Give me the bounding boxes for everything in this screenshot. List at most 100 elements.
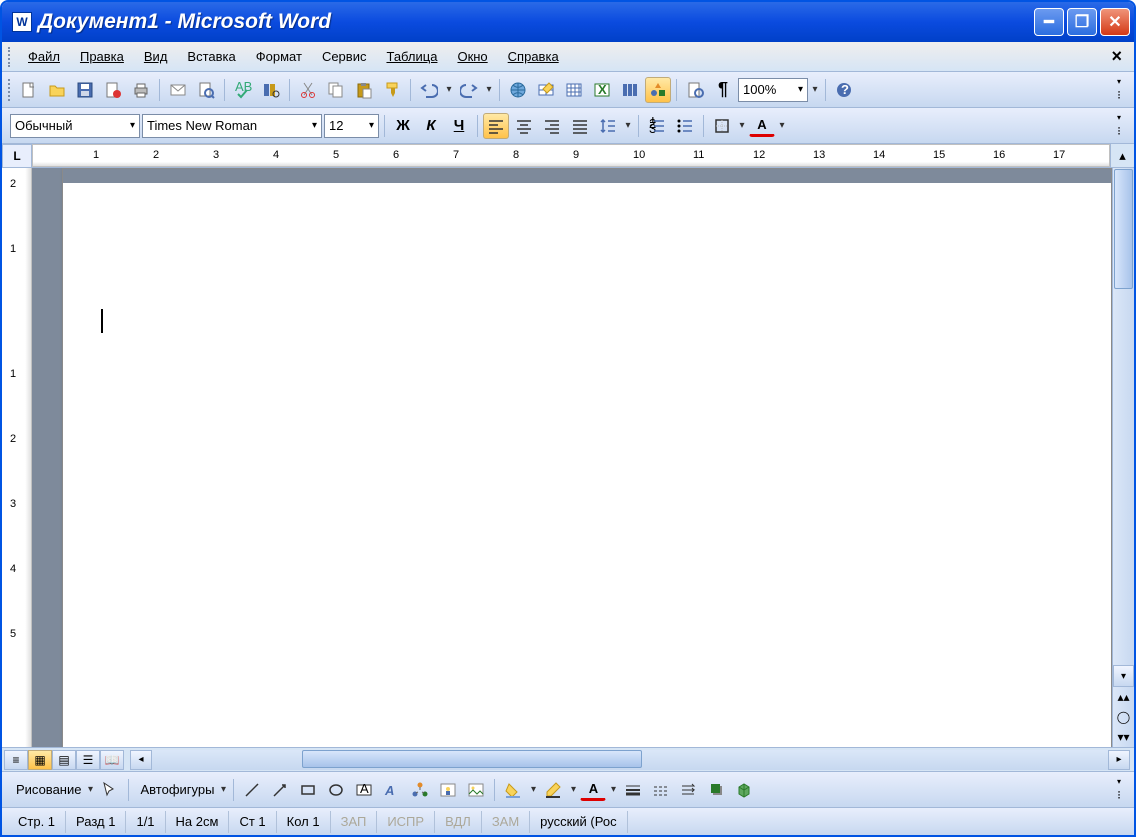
insert-picture-button[interactable]	[463, 777, 489, 803]
columns-button[interactable]	[617, 77, 643, 103]
document-area[interactable]	[32, 168, 1112, 747]
autoshapes-menu[interactable]: Автофигуры	[134, 778, 216, 801]
print-layout-view-button[interactable]: ▦	[28, 750, 52, 770]
copy-button[interactable]	[323, 77, 349, 103]
toolbar-grip[interactable]	[8, 79, 12, 101]
hyperlink-button[interactable]	[505, 77, 531, 103]
browse-object-button[interactable]: ◯	[1113, 707, 1134, 727]
numbered-list-button[interactable]: 123	[644, 113, 670, 139]
scroll-up-button[interactable]: ▴	[1110, 144, 1134, 167]
bold-button[interactable]: Ж	[390, 113, 416, 139]
underline-button[interactable]: Ч	[446, 113, 472, 139]
dash-style-button[interactable]	[648, 777, 674, 803]
insert-excel-button[interactable]: X	[589, 77, 615, 103]
outside-border-button[interactable]	[709, 113, 735, 139]
close-button[interactable]: ✕	[1100, 8, 1130, 36]
menu-file[interactable]: Файл	[18, 45, 70, 68]
diagram-button[interactable]	[407, 777, 433, 803]
tables-borders-button[interactable]	[533, 77, 559, 103]
web-layout-view-button[interactable]: ▤	[52, 750, 76, 770]
tab-selector[interactable]: L	[2, 144, 32, 168]
titlebar[interactable]: W Документ1 - Microsoft Word ━ ❐ ✕	[2, 2, 1134, 42]
status-ovr[interactable]: ЗАМ	[482, 811, 530, 833]
undo-dropdown[interactable]	[444, 77, 454, 103]
menu-window[interactable]: Окно	[447, 45, 497, 68]
reading-view-button[interactable]: 📖	[100, 750, 124, 770]
style-combo[interactable]: Обычный▾	[10, 114, 140, 138]
minimize-button[interactable]: ━	[1034, 8, 1064, 36]
spellcheck-button[interactable]: ABC	[230, 77, 256, 103]
line-style-button[interactable]	[620, 777, 646, 803]
scroll-right-button[interactable]: ▸	[1108, 750, 1130, 770]
bullet-list-button[interactable]	[672, 113, 698, 139]
redo-button[interactable]	[456, 77, 482, 103]
line-color-dropdown[interactable]	[568, 777, 578, 803]
menu-help[interactable]: Справка	[498, 45, 569, 68]
menu-view[interactable]: Вид	[134, 45, 178, 68]
zoom-dropdown[interactable]	[810, 77, 820, 103]
status-trk[interactable]: ИСПР	[377, 811, 435, 833]
line-color-button[interactable]	[540, 777, 566, 803]
redo-dropdown[interactable]	[484, 77, 494, 103]
undo-button[interactable]	[416, 77, 442, 103]
help-button[interactable]: ?	[831, 77, 857, 103]
align-justify-button[interactable]	[567, 113, 593, 139]
vertical-scrollbar[interactable]: ▾ ▴▴ ◯ ▾▾	[1112, 168, 1134, 747]
menu-tools[interactable]: Сервис	[312, 45, 377, 68]
fmt-toolbar-options[interactable]	[1110, 113, 1128, 139]
shadow-button[interactable]	[704, 777, 730, 803]
email-button[interactable]	[165, 77, 191, 103]
rectangle-button[interactable]	[295, 777, 321, 803]
format-painter-button[interactable]	[379, 77, 405, 103]
autoshapes-dropdown[interactable]	[218, 777, 228, 803]
status-ext[interactable]: ВДЛ	[435, 811, 482, 833]
font-color-dropdown-draw[interactable]	[608, 777, 618, 803]
line-button[interactable]	[239, 777, 265, 803]
show-paragraph-button[interactable]: ¶	[710, 77, 736, 103]
status-language[interactable]: русский (Рос	[530, 811, 627, 833]
italic-button[interactable]: К	[418, 113, 444, 139]
research-button[interactable]	[258, 77, 284, 103]
cut-button[interactable]	[295, 77, 321, 103]
insert-table-button[interactable]	[561, 77, 587, 103]
draw-toolbar-options[interactable]	[1110, 777, 1128, 803]
align-right-button[interactable]	[539, 113, 565, 139]
document-map-button[interactable]	[682, 77, 708, 103]
vertical-ruler[interactable]: 2 1 1 2 3 4 5	[2, 168, 32, 747]
prev-page-button[interactable]: ▴▴	[1113, 687, 1134, 707]
scroll-down-button[interactable]: ▾	[1113, 665, 1134, 687]
font-combo[interactable]: Times New Roman▾	[142, 114, 322, 138]
toolbar-options[interactable]	[1110, 77, 1128, 103]
font-color-button[interactable]: A	[749, 115, 775, 137]
print-button[interactable]	[128, 77, 154, 103]
font-size-combo[interactable]: 12▾	[324, 114, 379, 138]
hscroll-thumb[interactable]	[302, 750, 642, 768]
paste-button[interactable]	[351, 77, 377, 103]
select-objects-button[interactable]	[97, 777, 123, 803]
save-button[interactable]	[72, 77, 98, 103]
new-document-button[interactable]	[16, 77, 42, 103]
vscroll-thumb[interactable]	[1114, 169, 1133, 289]
next-page-button[interactable]: ▾▾	[1113, 727, 1134, 747]
font-color-button-draw[interactable]: A	[580, 779, 606, 801]
zoom-combo[interactable]: 100%▾	[738, 78, 808, 102]
menubar-grip[interactable]	[8, 47, 12, 67]
fill-color-button[interactable]	[500, 777, 526, 803]
drawing-dropdown[interactable]	[85, 777, 95, 803]
line-spacing-dropdown[interactable]	[623, 113, 633, 139]
status-rec[interactable]: ЗАП	[331, 811, 378, 833]
menu-table[interactable]: Таблица	[376, 45, 447, 68]
normal-view-button[interactable]: ≡	[4, 750, 28, 770]
font-color-dropdown[interactable]	[777, 113, 787, 139]
arrow-button[interactable]	[267, 777, 293, 803]
horizontal-ruler[interactable]: 1 2 3 4 5 6 7 8 9 10 11 12 13 14 15 16 1…	[32, 144, 1110, 167]
horizontal-scrollbar[interactable]: ◂ ▸	[130, 750, 1130, 770]
arrow-style-button[interactable]	[676, 777, 702, 803]
open-button[interactable]	[44, 77, 70, 103]
wordart-button[interactable]: A	[379, 777, 405, 803]
drawing-button[interactable]	[645, 77, 671, 103]
permission-button[interactable]	[100, 77, 126, 103]
line-spacing-button[interactable]	[595, 113, 621, 139]
print-preview-button[interactable]	[193, 77, 219, 103]
border-dropdown[interactable]	[737, 113, 747, 139]
